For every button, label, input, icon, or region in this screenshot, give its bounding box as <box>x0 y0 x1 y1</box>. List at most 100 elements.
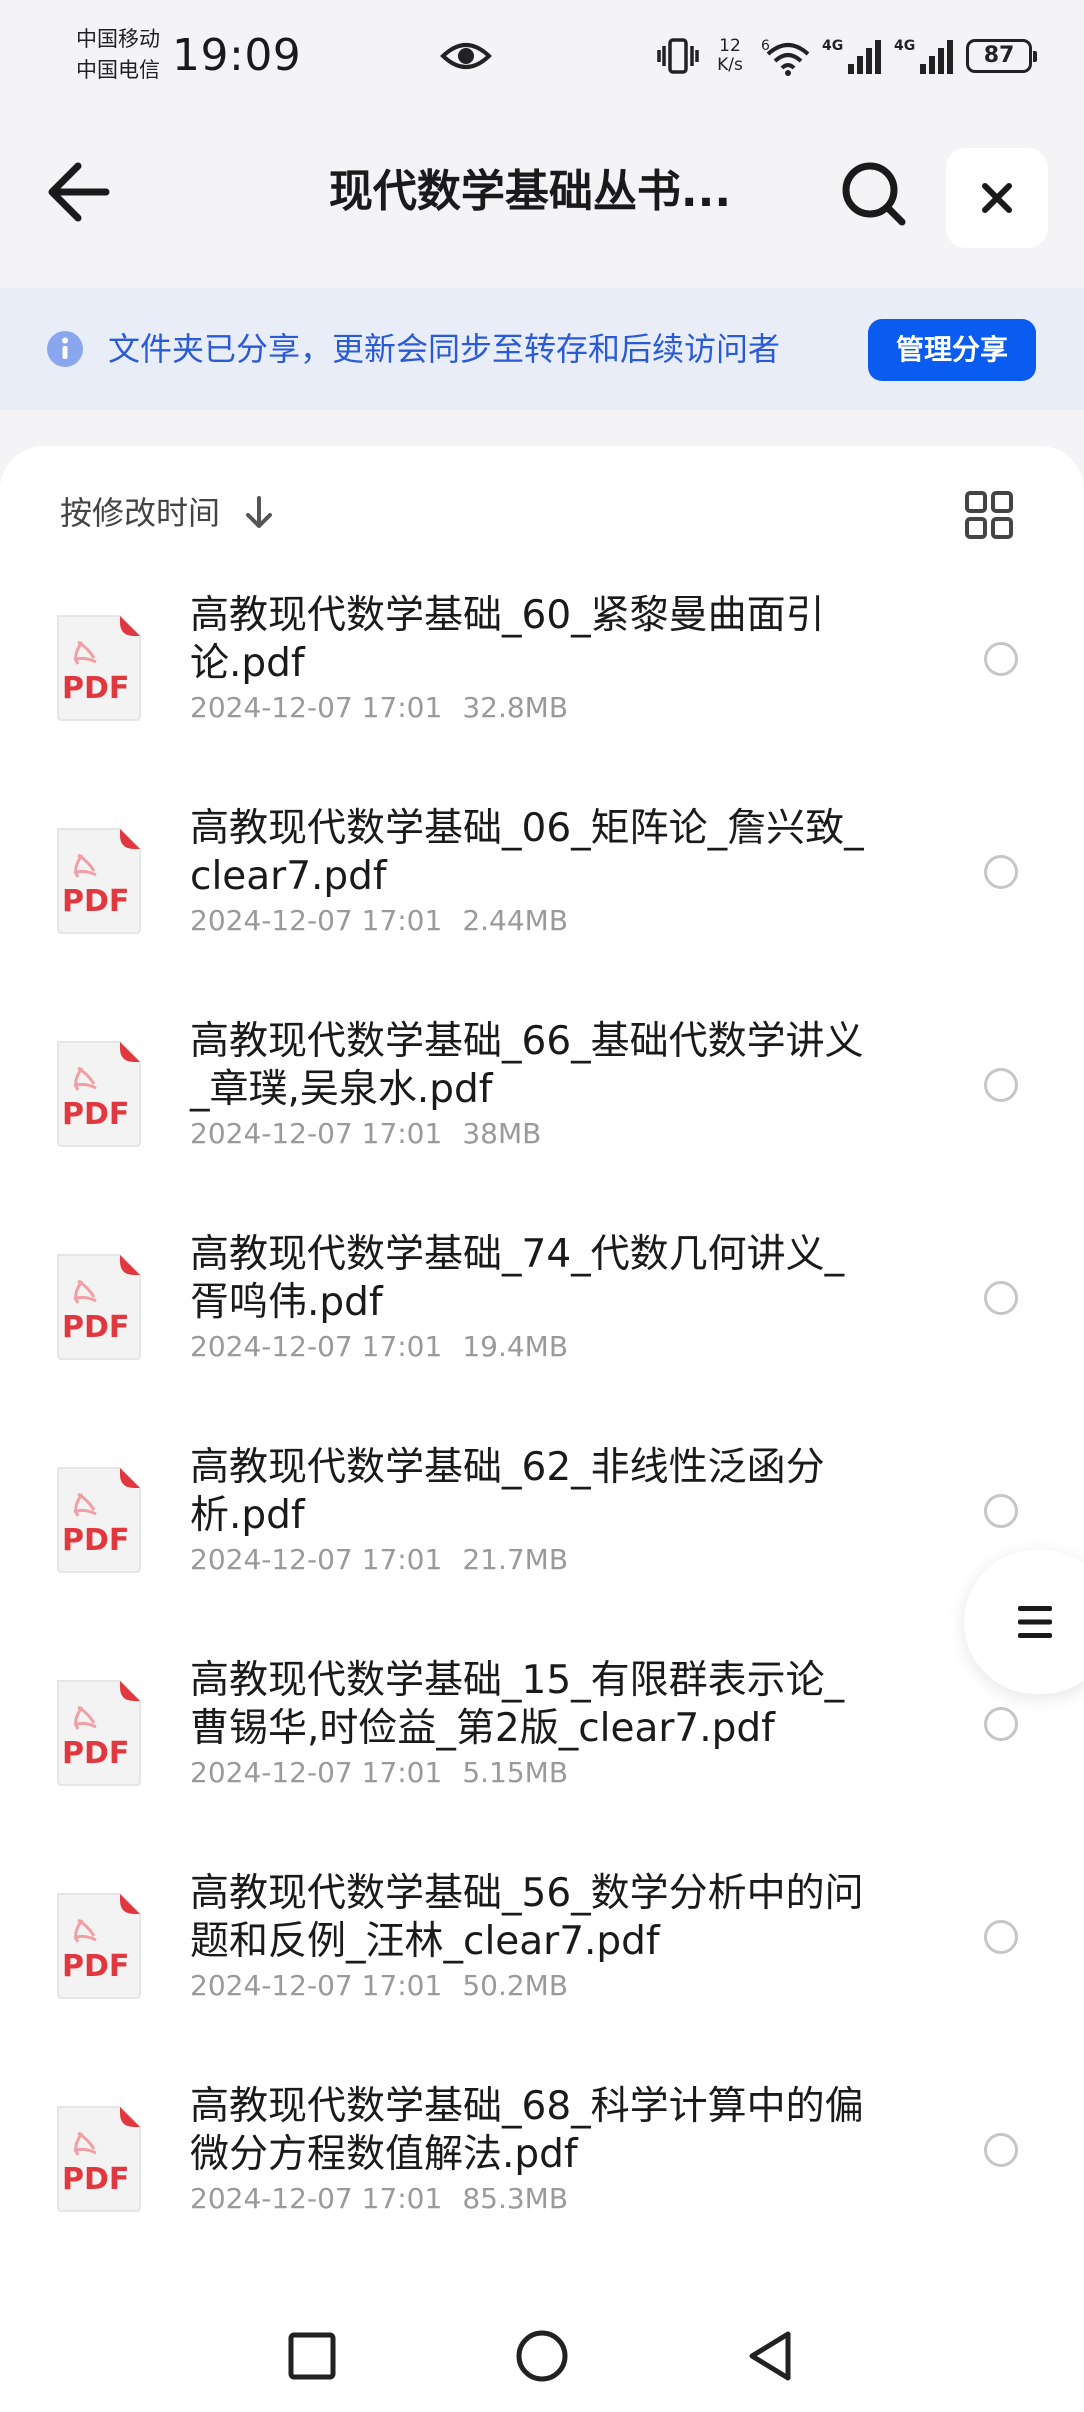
pdf-file-icon: PDF <box>57 1041 141 1147</box>
file-list-item[interactable]: PDF 高教现代数学基础_56_数学分析中的问题和反例_汪林_clear7.pd… <box>0 1870 1084 2083</box>
file-list-item[interactable]: PDF 高教现代数学基础_06_矩阵论_詹兴致_clear7.pdf 2024-… <box>0 805 1084 1018</box>
network-type-2: 4G <box>894 38 915 54</box>
signal-icon-1: 4G <box>822 38 881 74</box>
file-meta: 2024-12-07 17:01 21.7MB <box>190 1543 568 1577</box>
file-name: 高教现代数学基础_68_科学计算中的偏微分方程数值解法.pdf <box>190 2084 864 2177</box>
file-name: 高教现代数学基础_15_有限群表示论_曹锡华,时俭益_第2版_clear7.pd… <box>190 1658 845 1751</box>
pdf-label: PDF <box>62 1310 129 1345</box>
file-meta: 2024-12-07 17:01 5.15MB <box>190 1756 568 1790</box>
pdf-file-icon: PDF <box>57 1254 141 1360</box>
file-date: 2024-12-07 17:01 <box>190 904 443 937</box>
system-nav-bar <box>0 2300 1084 2412</box>
status-right-icons: 12 K/s 6 4G 4G 87 <box>656 30 1037 82</box>
wifi-icon: 6 <box>761 38 810 76</box>
file-meta: 2024-12-07 17:01 38MB <box>190 1117 541 1151</box>
file-size: 85.3MB <box>462 2182 569 2215</box>
pdf-file-icon: PDF <box>57 1893 141 1999</box>
vibrate-icon <box>657 38 699 74</box>
network-type-1: 4G <box>822 38 843 54</box>
pdf-label: PDF <box>62 1523 129 1558</box>
share-banner-text: 文件夹已分享，更新会同步至转存和后续访问者 <box>108 330 781 368</box>
pdf-file-icon: PDF <box>57 615 141 721</box>
file-date: 2024-12-07 17:01 <box>190 2182 443 2215</box>
select-radio[interactable] <box>984 2133 1018 2167</box>
file-date: 2024-12-07 17:01 <box>190 1756 443 1789</box>
carrier-2: 中国电信 <box>76 58 160 82</box>
file-list-item[interactable]: PDF 高教现代数学基础_15_有限群表示论_曹锡华,时俭益_第2版_clear… <box>0 1657 1084 1870</box>
file-name: 高教现代数学基础_06_矩阵论_詹兴致_clear7.pdf <box>190 806 864 899</box>
file-name: 高教现代数学基础_62_非线性泛函分析.pdf <box>190 1445 825 1538</box>
file-list-item[interactable]: PDF 高教现代数学基础_66_基础代数学讲义_章璞,吴泉水.pdf 2024-… <box>0 1018 1084 1231</box>
battery-icon: 87 <box>966 39 1037 73</box>
file-meta: 2024-12-07 17:01 19.4MB <box>190 1330 568 1364</box>
grid-view-icon[interactable] <box>964 490 1014 540</box>
carrier-info: 中国移动 中国电信 <box>76 24 160 86</box>
file-date: 2024-12-07 17:01 <box>190 1330 443 1363</box>
pdf-label: PDF <box>62 884 129 919</box>
sort-control[interactable]: 按修改时间 <box>60 486 276 540</box>
file-list-item[interactable]: PDF 高教现代数学基础_62_非线性泛函分析.pdf 2024-12-07 1… <box>0 1444 1084 1657</box>
file-size: 38MB <box>462 1117 542 1150</box>
file-size: 19.4MB <box>462 1330 569 1363</box>
menu-icon <box>1018 1606 1052 1638</box>
select-radio[interactable] <box>984 1920 1018 1954</box>
file-size: 32.8MB <box>462 691 569 724</box>
file-meta: 2024-12-07 17:01 2.44MB <box>190 904 568 938</box>
pdf-label: PDF <box>62 1097 129 1132</box>
back-arrow-icon[interactable] <box>40 152 120 232</box>
select-radio[interactable] <box>984 1707 1018 1741</box>
pdf-label: PDF <box>62 2162 129 2197</box>
file-name: 高教现代数学基础_56_数学分析中的问题和反例_汪林_clear7.pdf <box>190 1871 864 1964</box>
file-list-panel: 按修改时间 PDF 高教现代数学基础_60_紧黎曼曲面引论.pdf 2024-1… <box>0 446 1084 2412</box>
file-size: 2.44MB <box>462 904 569 937</box>
network-speed: 12 K/s <box>710 37 750 75</box>
close-icon <box>982 183 1012 213</box>
file-list: PDF 高教现代数学基础_60_紧黎曼曲面引论.pdf 2024-12-07 1… <box>0 592 1084 2296</box>
file-name: 高教现代数学基础_66_基础代数学讲义_章璞,吴泉水.pdf <box>190 1019 864 1112</box>
speed-value: 12 <box>719 36 741 56</box>
file-size: 5.15MB <box>462 1756 569 1789</box>
file-date: 2024-12-07 17:01 <box>190 1543 443 1576</box>
select-radio[interactable] <box>984 1281 1018 1315</box>
pdf-file-icon: PDF <box>57 2106 141 2212</box>
file-meta: 2024-12-07 17:01 32.8MB <box>190 691 568 725</box>
pdf-label: PDF <box>62 1736 129 1771</box>
signal-icon-2: 4G <box>894 38 953 74</box>
status-clock: 19:09 <box>172 30 302 81</box>
pdf-file-icon: PDF <box>57 1680 141 1786</box>
manage-share-button[interactable]: 管理分享 <box>868 319 1036 381</box>
share-banner: 文件夹已分享，更新会同步至转存和后续访问者 管理分享 <box>0 288 1084 410</box>
pdf-file-icon: PDF <box>57 828 141 934</box>
close-button[interactable] <box>946 148 1048 248</box>
select-radio[interactable] <box>984 855 1018 889</box>
file-date: 2024-12-07 17:01 <box>190 1969 443 2002</box>
arrow-down-icon <box>246 496 273 528</box>
search-icon[interactable] <box>836 156 912 232</box>
file-size: 50.2MB <box>462 1969 569 2002</box>
select-radio[interactable] <box>984 1494 1018 1528</box>
carrier-1: 中国移动 <box>76 27 160 51</box>
file-name: 高教现代数学基础_60_紧黎曼曲面引论.pdf <box>190 593 825 686</box>
circle-home-icon[interactable] <box>514 2328 570 2384</box>
file-size: 21.7MB <box>462 1543 569 1576</box>
battery-level: 87 <box>983 43 1015 68</box>
select-radio[interactable] <box>984 642 1018 676</box>
triangle-back-icon[interactable] <box>744 2328 796 2384</box>
pdf-file-icon: PDF <box>57 1467 141 1573</box>
info-icon <box>47 331 83 367</box>
file-list-item[interactable]: PDF 高教现代数学基础_74_代数几何讲义_胥鸣伟.pdf 2024-12-0… <box>0 1231 1084 1444</box>
file-date: 2024-12-07 17:01 <box>190 1117 443 1150</box>
file-list-item[interactable]: PDF 高教现代数学基础_60_紧黎曼曲面引论.pdf 2024-12-07 1… <box>0 592 1084 805</box>
file-meta: 2024-12-07 17:01 50.2MB <box>190 1969 568 2003</box>
file-date: 2024-12-07 17:01 <box>190 691 443 724</box>
status-bar: 中国移动 中国电信 19:09 12 K/s 6 4G 4G 87 <box>0 0 1084 112</box>
square-recent-icon[interactable] <box>286 2330 338 2382</box>
pdf-label: PDF <box>62 671 129 706</box>
speed-unit: K/s <box>717 55 743 75</box>
file-name: 高教现代数学基础_74_代数几何讲义_胥鸣伟.pdf <box>190 1232 845 1325</box>
pdf-label: PDF <box>62 1949 129 1984</box>
sort-label: 按修改时间 <box>60 494 221 532</box>
page-title: 现代数学基础丛书... <box>328 166 732 217</box>
select-radio[interactable] <box>984 1068 1018 1102</box>
file-list-item[interactable]: PDF 高教现代数学基础_68_科学计算中的偏微分方程数值解法.pdf 2024… <box>0 2083 1084 2296</box>
